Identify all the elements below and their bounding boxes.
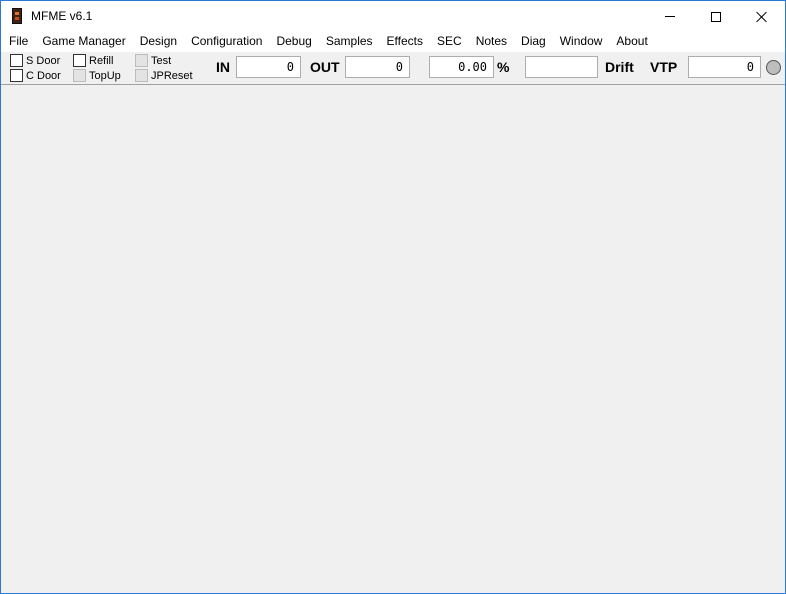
minimize-icon [665,16,675,17]
menu-bar: File Game Manager Design Configuration D… [1,32,785,51]
app-icon [12,8,22,24]
close-button[interactable] [739,1,785,32]
maximize-icon [711,11,721,22]
menu-configuration[interactable]: Configuration [184,32,269,51]
menu-file[interactable]: File [2,32,35,51]
maximize-button[interactable] [693,1,739,32]
window-title: MFME v6.1 [31,9,93,23]
close-icon [756,11,768,23]
topup-checkbox[interactable]: TopUp [73,69,121,82]
out-label: OUT [310,59,340,75]
menu-debug[interactable]: Debug [269,32,318,51]
menu-sec[interactable]: SEC [430,32,469,51]
menu-notes[interactable]: Notes [469,32,514,51]
menu-about[interactable]: About [609,32,654,51]
in-field[interactable]: 0 [236,56,301,78]
vtp-field[interactable]: 0 [688,56,761,78]
title-bar: MFME v6.1 [1,1,785,32]
menu-design[interactable]: Design [133,32,184,51]
drift-label: Drift [605,59,634,75]
jpreset-checkbox[interactable]: JPReset [135,69,193,82]
c-door-checkbox[interactable]: C Door [10,69,61,82]
mdi-client-area[interactable] [1,85,785,593]
percent-label: % [497,59,510,75]
refill-checkbox[interactable]: Refill [73,54,113,67]
status-led-icon [766,60,781,75]
status-toolbar: S Door C Door Refill TopUp Test JPReset … [1,51,785,85]
out-field[interactable]: 0 [345,56,410,78]
s-door-checkbox[interactable]: S Door [10,54,60,67]
menu-window[interactable]: Window [553,32,610,51]
percent-field[interactable]: 0.00 [429,56,494,78]
vtp-label: VTP [650,59,678,75]
drift-field[interactable] [525,56,598,78]
test-checkbox[interactable]: Test [135,54,171,67]
menu-game-manager[interactable]: Game Manager [35,32,132,51]
minimize-button[interactable] [647,1,693,32]
menu-diag[interactable]: Diag [514,32,553,51]
menu-samples[interactable]: Samples [319,32,380,51]
menu-effects[interactable]: Effects [380,32,430,51]
mfme-window: MFME v6.1 File Game Manager Design Confi… [0,0,786,594]
in-label: IN [216,59,230,75]
